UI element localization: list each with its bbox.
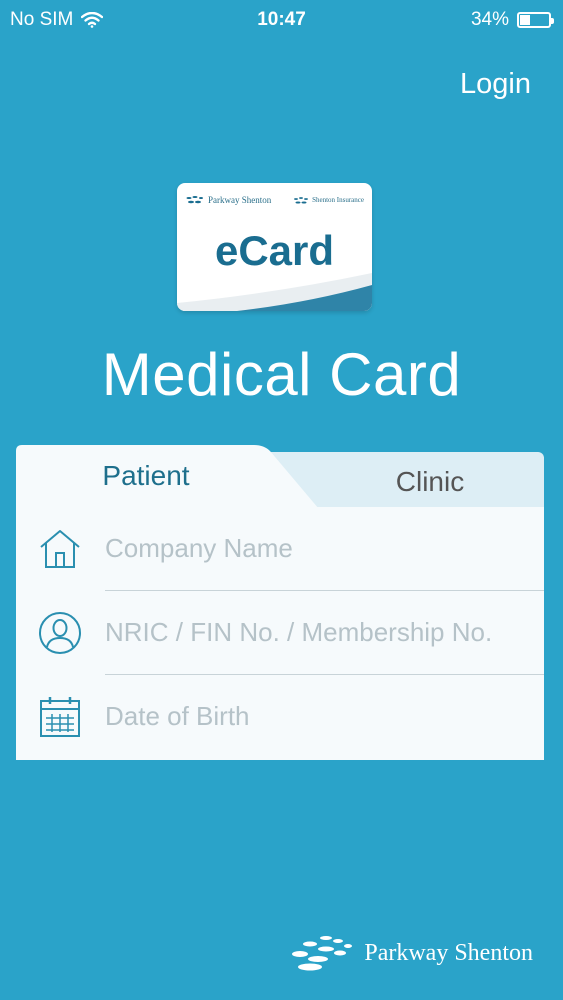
battery-icon — [517, 12, 554, 28]
company-name-placeholder: Company Name — [105, 533, 293, 563]
ecard-brand-right-text: Shenton Insurance — [312, 196, 364, 204]
parkway-logo-icon — [186, 196, 203, 204]
form-body: Company Name NRIC / FIN No. / Membership… — [16, 507, 544, 760]
login-form-panel: Clinic Patient Company Name NRIC / FIN N… — [16, 445, 544, 760]
battery-fill — [520, 15, 530, 25]
ecard-brand-left: Parkway Shenton — [185, 195, 271, 205]
status-bar: No SIM 10:47 34% — [0, 0, 563, 40]
battery-percent: 34% — [470, 9, 509, 30]
page-title: Medical Card — [101, 341, 462, 408]
battery-nub — [551, 18, 554, 24]
ecard-logo: Parkway Shenton Shenton Insurance eCard — [177, 183, 372, 311]
parkway-shenton-logo-icon — [292, 936, 353, 971]
ecard-brand-left-text: Parkway Shenton — [208, 195, 272, 205]
tab-patient[interactable]: Patient — [16, 460, 276, 492]
footer-brand-text: Parkway Shenton — [364, 939, 533, 966]
ecard-brand-right: Shenton Insurance — [293, 195, 364, 205]
nric-placeholder: NRIC / FIN No. / Membership No. — [105, 617, 493, 647]
nric-field[interactable]: NRIC / FIN No. / Membership No. — [16, 591, 544, 675]
login-button[interactable]: Login — [460, 68, 531, 101]
dob-placeholder: Date of Birth — [105, 701, 250, 731]
ecard-brands: Parkway Shenton Shenton Insurance — [185, 195, 364, 205]
dob-field[interactable]: Date of Birth — [16, 675, 544, 759]
shenton-logo-icon — [294, 196, 309, 203]
user-icon — [39, 612, 81, 654]
company-name-field[interactable]: Company Name — [16, 507, 544, 591]
ecard-title: eCard — [214, 227, 335, 274]
footer-brand: Parkway Shenton — [290, 934, 533, 972]
calendar-icon — [40, 697, 80, 737]
ecard-swoosh — [177, 273, 372, 311]
home-icon — [40, 530, 80, 568]
status-right: 34% — [470, 9, 554, 31]
